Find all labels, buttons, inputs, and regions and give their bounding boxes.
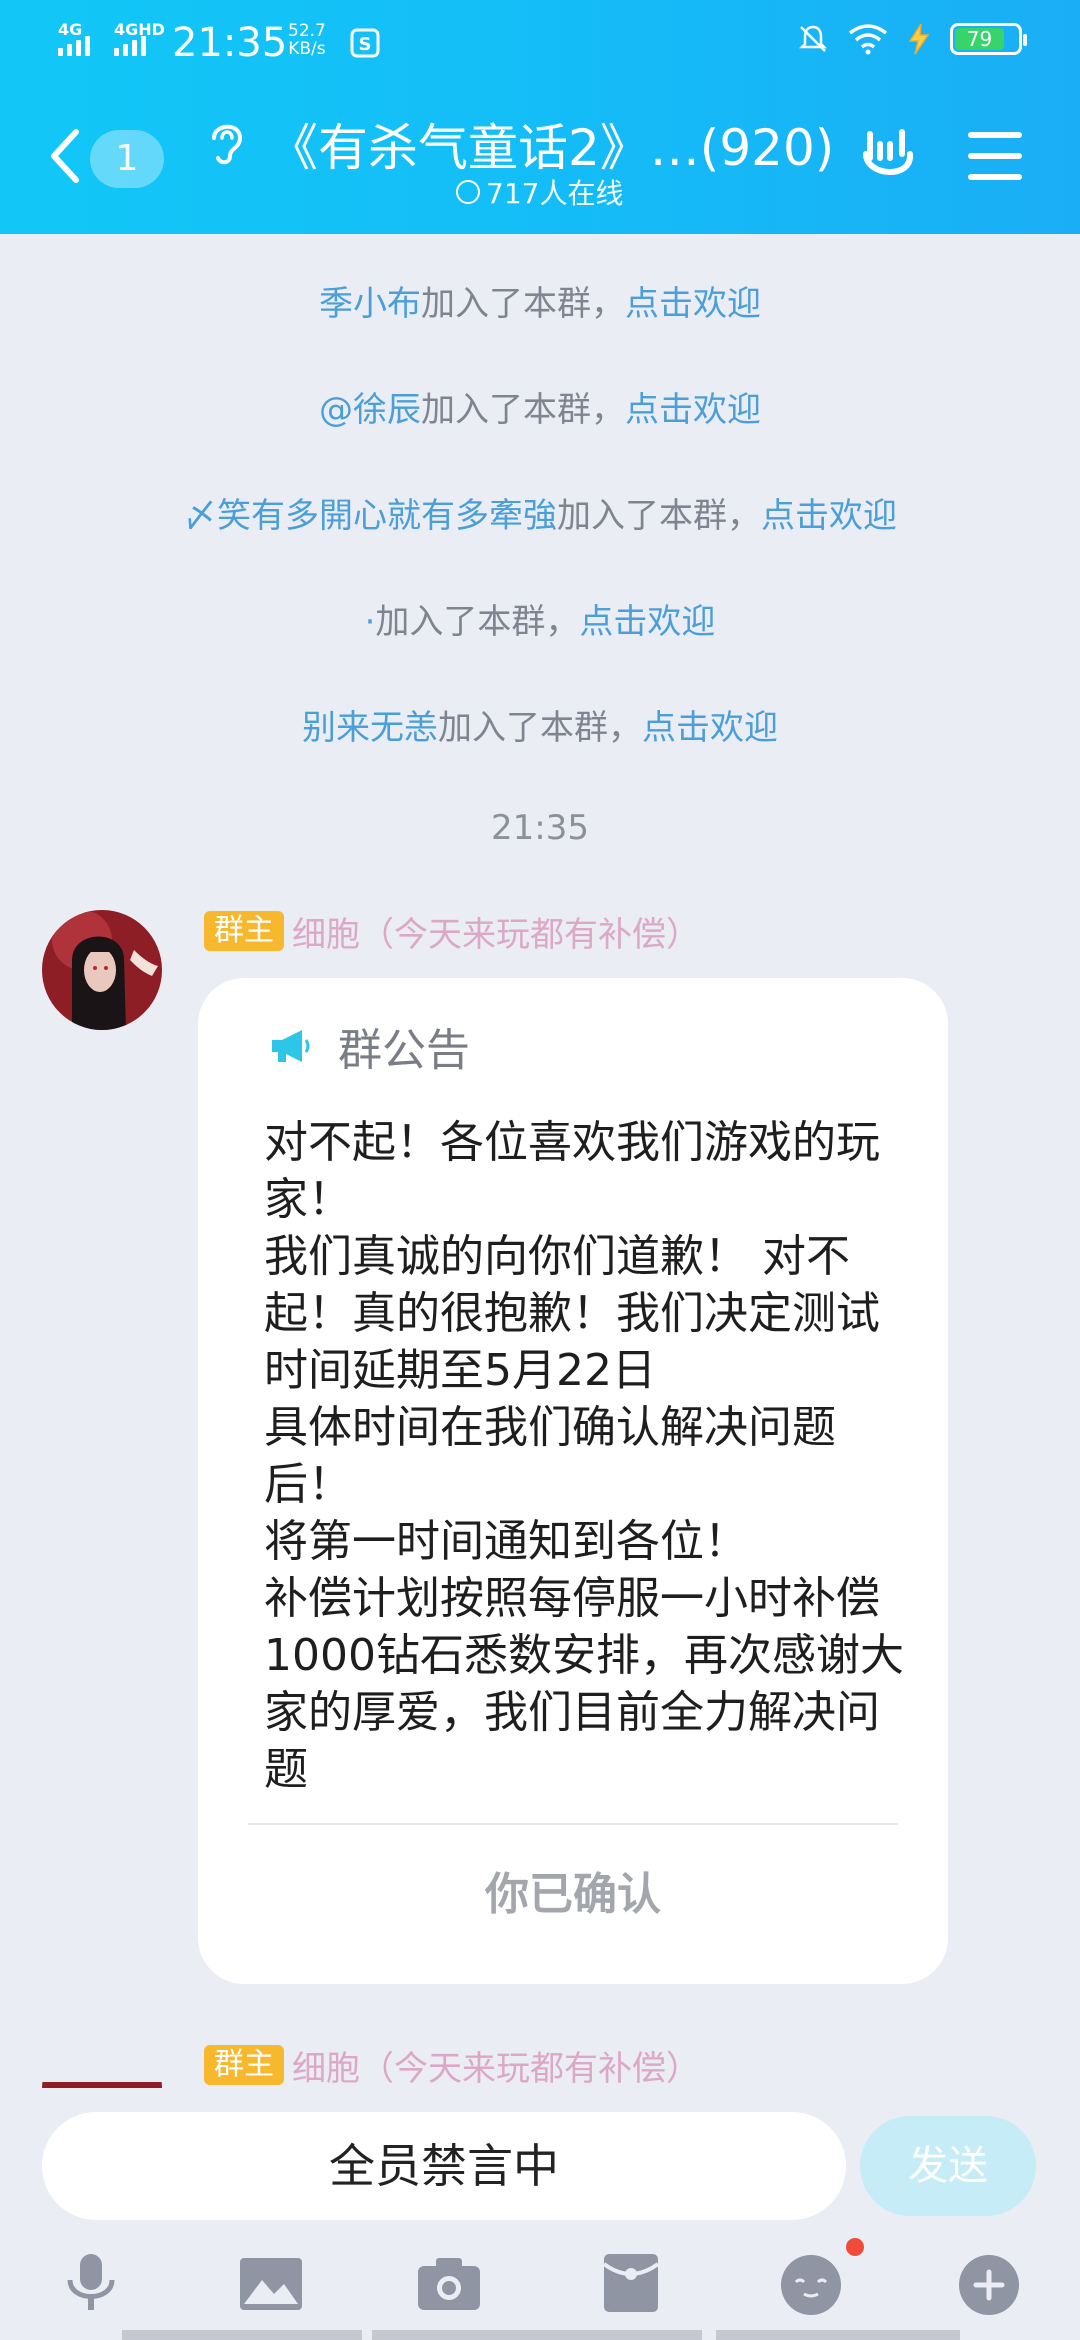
speed-unit: KB/s: [288, 39, 326, 59]
welcome-link[interactable]: 点击欢迎: [625, 284, 761, 324]
wifi-icon: [848, 24, 888, 55]
sender-line: 群主 细胞（今天来玩都有补偿）: [204, 2044, 700, 2089]
status-bar: 4G 4GHD 21:35 52.7 KB/s S 79: [0, 0, 1080, 84]
join-notice-4: ·加入了本群，点击欢迎: [0, 594, 1080, 643]
divider: [248, 1823, 898, 1825]
avatar[interactable]: [42, 2044, 162, 2088]
battery-level: 79: [955, 28, 1004, 50]
message-timestamp: 21:35: [491, 808, 589, 848]
welcome-link[interactable]: 点击欢迎: [579, 602, 715, 642]
owner-badge: 群主: [204, 911, 284, 951]
plus-icon[interactable]: [954, 2248, 1024, 2318]
megaphone-icon: [272, 1030, 310, 1062]
notification-dot: [846, 2238, 864, 2256]
nav-indicator: [372, 2330, 702, 2340]
owner-badge: 群主: [204, 2045, 284, 2085]
sender-line: 群主 细胞（今天来玩都有补偿）: [204, 910, 700, 955]
app-notification-icon: S: [350, 28, 380, 58]
camera-icon[interactable]: [414, 2248, 484, 2318]
welcome-link[interactable]: 点击欢迎: [761, 496, 897, 536]
member-name[interactable]: ·: [365, 602, 376, 642]
clock-check-icon: [456, 180, 480, 204]
announcement-header: 群公告: [268, 1014, 470, 1078]
ear-icon[interactable]: [204, 118, 250, 168]
image-icon[interactable]: [236, 2248, 306, 2318]
join-text: 加入了本群，: [557, 496, 761, 536]
welcome-link[interactable]: 点击欢迎: [625, 390, 761, 430]
group-title[interactable]: 《有杀气童话2》…(920): [268, 108, 834, 180]
member-name[interactable]: @徐辰: [319, 390, 421, 430]
red-packet-icon[interactable]: [596, 2248, 666, 2318]
join-text: 加入了本群，: [438, 708, 642, 748]
welcome-link[interactable]: 点击欢迎: [642, 708, 778, 748]
back-icon[interactable]: [44, 124, 84, 188]
member-name[interactable]: 〆笑有多開心就有多牽強: [183, 496, 557, 536]
online-count[interactable]: 717人在线: [456, 172, 623, 212]
signal-bars-2-icon: [114, 32, 146, 56]
status-right: 79: [796, 22, 1027, 56]
join-notice-5: 别来无恙加入了本群，点击欢迎: [0, 700, 1080, 749]
sender-name[interactable]: 细胞（今天来玩都有补偿）: [292, 907, 700, 956]
confirmed-label: 你已确认: [485, 1869, 661, 1920]
join-notice-3: 〆笑有多開心就有多牽強加入了本群，点击欢迎: [0, 488, 1080, 537]
svg-text:S: S: [359, 34, 372, 55]
network-speed: 52.7 KB/s: [288, 22, 326, 58]
speed-value: 52.7: [288, 21, 326, 41]
online-text: 717人在线: [486, 177, 624, 210]
microphone-icon[interactable]: [56, 2248, 126, 2318]
member-name[interactable]: 别来无恙: [302, 708, 438, 748]
status-time: 21:35: [172, 20, 288, 66]
menu-icon[interactable]: [968, 132, 1022, 180]
emoji-icon[interactable]: [776, 2248, 846, 2318]
nav-indicator: [122, 2330, 362, 2340]
announcement-card[interactable]: 群公告 对不起！各位喜欢我们游戏的玩家！ 我们真诚的向你们道歉！ 对不起！真的很…: [198, 978, 948, 1984]
mute-bell-icon: [798, 25, 828, 52]
hand-gesture-icon[interactable]: [858, 124, 920, 186]
member-name[interactable]: 季小布: [319, 284, 421, 324]
message-input-disabled[interactable]: 全员禁言中: [42, 2112, 846, 2220]
nav-indicator: [716, 2330, 960, 2340]
battery-icon: 79: [950, 23, 1027, 55]
join-text: 加入了本群，: [375, 602, 580, 642]
unread-count-badge[interactable]: 1: [90, 130, 164, 188]
announcement-title: 群公告: [338, 1025, 470, 1076]
signal-bars-icon: [58, 32, 90, 56]
announcement-body: 对不起！各位喜欢我们游戏的玩家！ 我们真诚的向你们道歉！ 对不起！真的很抱歉！我…: [264, 1117, 904, 1795]
avatar[interactable]: [42, 910, 162, 1030]
sender-name[interactable]: 细胞（今天来玩都有补偿）: [292, 2041, 700, 2090]
join-notice-1: 季小布加入了本群，点击欢迎: [0, 276, 1080, 325]
join-notice-2: @徐辰加入了本群，点击欢迎: [0, 382, 1080, 431]
input-area: 全员禁言中 发送: [0, 2088, 1080, 2340]
input-toolbar: [0, 2238, 1080, 2338]
send-button[interactable]: 发送: [860, 2116, 1036, 2216]
join-text: 加入了本群，: [421, 390, 625, 430]
charging-icon: [908, 23, 930, 55]
chat-header: 4G 4GHD 21:35 52.7 KB/s S 79 1 《有杀气童话2》……: [0, 0, 1080, 234]
join-text: 加入了本群，: [421, 284, 625, 324]
